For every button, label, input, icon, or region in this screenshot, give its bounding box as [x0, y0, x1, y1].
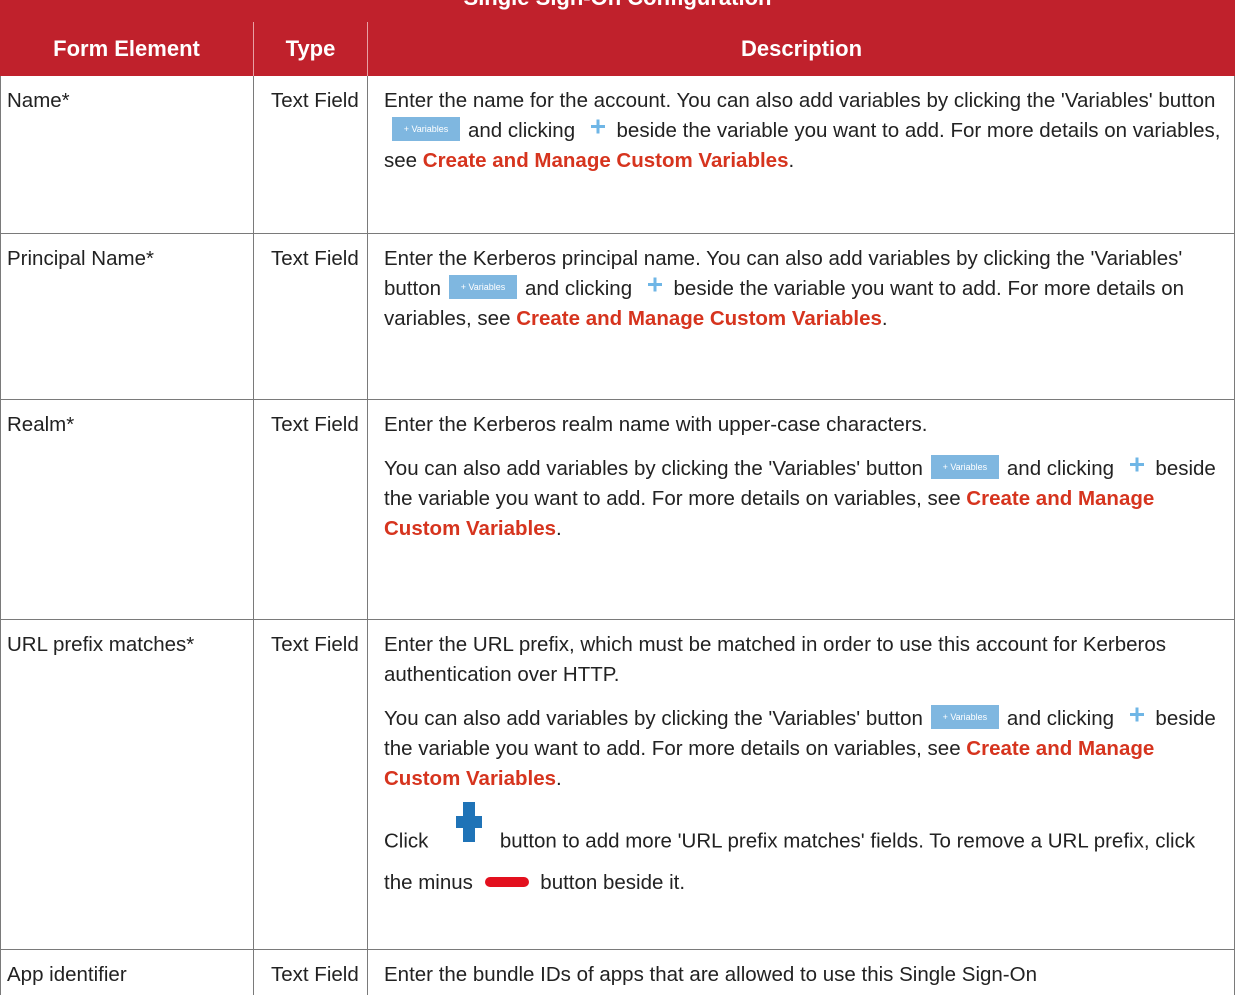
variables-button[interactable]: + Variables — [449, 274, 517, 299]
description-paragraph: You can also add variables by clicking t… — [384, 704, 1224, 794]
table-header-row: Form Element Type Description — [0, 22, 1235, 76]
header-description: Description — [740, 36, 863, 61]
type-cell: Text Field — [254, 234, 368, 399]
form-element-cell: Realm* — [0, 400, 254, 619]
plus-icon — [1129, 457, 1144, 472]
description-paragraph: You can also add variables by clicking t… — [384, 454, 1224, 544]
description-cell: Enter the name for the account. You can … — [368, 76, 1235, 233]
plus-icon — [590, 119, 605, 134]
description-text: and clicking — [525, 277, 633, 300]
type-cell: Text Field — [254, 400, 368, 619]
description-paragraph: Click button to add more 'URL prefix mat… — [384, 802, 1224, 898]
custom-variables-link[interactable]: Create and Manage Custom Variables — [423, 149, 789, 172]
description-paragraph: Enter the bundle IDs of apps that are al… — [384, 963, 1037, 986]
description-text: . — [788, 149, 795, 172]
remove-field-minus-icon[interactable] — [484, 876, 529, 887]
table-row-app-identifier: App identifier Text Field Enter the bund… — [0, 950, 1235, 995]
caption-text: Single Sign-On Configuration — [464, 0, 772, 10]
description-text: . — [556, 767, 562, 790]
description-cell: Enter the bundle IDs of apps that are al… — [368, 950, 1235, 995]
table-row-principal-name: Principal Name* Text Field Enter the Ker… — [0, 234, 1235, 400]
description-text: Click — [384, 829, 429, 853]
description-text: You can also add variables by clicking t… — [384, 457, 923, 480]
description-text: and clicking — [1006, 707, 1115, 730]
header-form-element: Form Element — [0, 22, 254, 76]
table-row-realm: Realm* Text Field Enter the Kerberos rea… — [0, 400, 1235, 620]
plus-icon — [647, 277, 662, 292]
description-cell: Enter the URL prefix, which must be matc… — [368, 620, 1235, 949]
add-field-plus-icon[interactable] — [434, 798, 494, 850]
description-text: Enter the name for the account. You can … — [384, 89, 1216, 112]
type-cell: Text Field — [254, 620, 368, 949]
form-element-cell: Principal Name* — [0, 234, 254, 399]
description-text: . — [556, 517, 562, 540]
description-paragraph: Enter the Kerberos realm name with upper… — [384, 413, 928, 436]
type-cell: Text Field — [254, 950, 368, 995]
description-cell: Enter the Kerberos principal name. You c… — [368, 234, 1235, 399]
description-paragraph: Enter the URL prefix, which must be matc… — [384, 633, 1167, 686]
description-text: and clicking — [1006, 457, 1115, 480]
description-text: and clicking — [468, 119, 576, 142]
header-type: Type — [254, 22, 368, 76]
description-cell: Enter the Kerberos realm name with upper… — [368, 400, 1235, 619]
table-row-url-prefix: URL prefix matches* Text Field Enter the… — [0, 620, 1235, 950]
type-cell: Text Field — [254, 76, 368, 233]
form-element-cell: URL prefix matches* — [0, 620, 254, 949]
description-text: . — [881, 307, 888, 330]
variables-button[interactable]: + Variables — [930, 704, 999, 729]
form-element-cell: Name* — [0, 76, 254, 233]
plus-icon — [1129, 707, 1144, 722]
table-row-name: Name* Text Field Enter the name for the … — [0, 76, 1235, 234]
table-caption: Single Sign-On Configuration — [0, 0, 1235, 22]
form-element-cell: App identifier — [0, 950, 254, 995]
variables-button[interactable]: + Variables — [392, 116, 460, 141]
documentation-table: Single Sign-On Configuration Form Elemen… — [0, 0, 1235, 995]
custom-variables-link[interactable]: Create and Manage Custom Variables — [516, 307, 882, 330]
description-text: button beside it. — [540, 871, 686, 894]
variables-button[interactable]: + Variables — [930, 454, 999, 479]
description-text: You can also add variables by clicking t… — [384, 707, 923, 730]
